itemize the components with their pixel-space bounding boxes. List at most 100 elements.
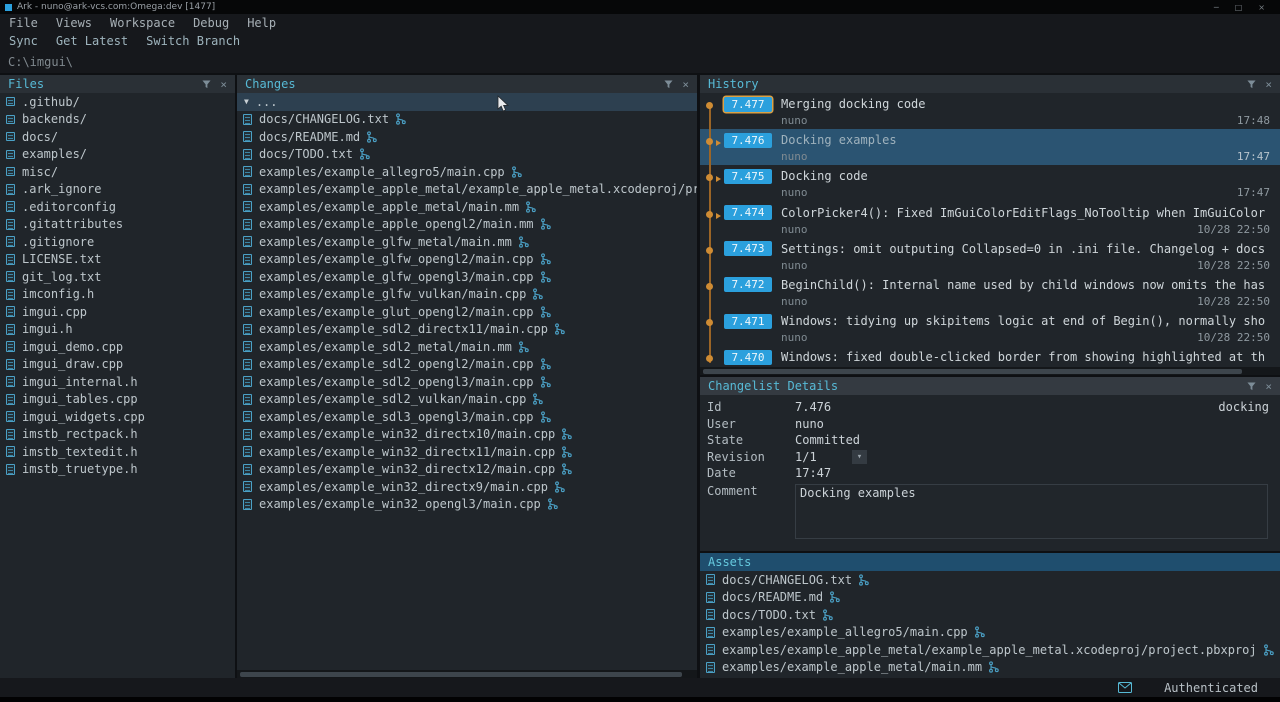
file-row[interactable]: misc/ xyxy=(0,163,235,181)
file-row[interactable]: LICENSE.txt xyxy=(0,251,235,269)
file-row[interactable]: .ark_ignore xyxy=(0,181,235,199)
changed-file-row[interactable]: examples/example_win32_directx10/main.cp… xyxy=(237,426,697,444)
changed-file-row[interactable]: examples/example_apple_metal/example_app… xyxy=(237,181,697,199)
changed-file-row[interactable]: examples/example_glfw_metal/main.mm xyxy=(237,233,697,251)
commit-graph-dot xyxy=(706,138,713,145)
file-row[interactable]: imstb_truetype.h xyxy=(0,461,235,479)
file-row[interactable]: imstb_rectpack.h xyxy=(0,426,235,444)
assets-panel-header[interactable]: Assets xyxy=(700,553,1280,571)
asset-row[interactable]: examples/example_apple_metal/main.mm xyxy=(700,659,1280,677)
changed-file-row[interactable]: examples/example_apple_opengl2/main.mm xyxy=(237,216,697,234)
changed-file-row[interactable]: examples/example_glut_opengl2/main.cpp xyxy=(237,303,697,321)
changed-file-row[interactable]: examples/example_win32_opengl3/main.cpp xyxy=(237,496,697,514)
commit-row[interactable]: 7.470 Windows: fixed double-clicked bord… xyxy=(700,346,1280,367)
file-row[interactable]: git_log.txt xyxy=(0,268,235,286)
filter-icon[interactable] xyxy=(202,80,211,89)
changelist-state: Committed xyxy=(795,433,860,447)
auth-status-icon xyxy=(1118,682,1132,693)
file-row[interactable]: imgui.cpp xyxy=(0,303,235,321)
file-name: examples/ xyxy=(22,147,87,161)
commit-author: nuno xyxy=(781,223,808,236)
file-row[interactable]: imgui_draw.cpp xyxy=(0,356,235,374)
changed-file-row[interactable]: examples/example_sdl2_opengl2/main.cpp xyxy=(237,356,697,374)
changed-file-row[interactable]: examples/example_sdl3_opengl3/main.cpp xyxy=(237,408,697,426)
comment-box[interactable]: Docking examples xyxy=(795,484,1268,539)
asset-row[interactable]: examples/example_allegro5/main.cpp xyxy=(700,624,1280,642)
file-name: imgui_draw.cpp xyxy=(22,357,123,371)
close-icon[interactable]: × xyxy=(220,79,227,90)
close-icon[interactable]: × xyxy=(682,79,689,90)
changed-file-row[interactable]: examples/example_glfw_opengl2/main.cpp xyxy=(237,251,697,269)
toolbar-button[interactable]: Switch Branch xyxy=(137,34,249,48)
branch-name: docking xyxy=(1218,400,1273,414)
commit-row[interactable]: 7.471 Windows: tidying up skipitems logi… xyxy=(700,310,1280,346)
scrollbar-thumb[interactable] xyxy=(703,369,1242,374)
file-row[interactable]: .editorconfig xyxy=(0,198,235,216)
changed-file-row[interactable]: examples/example_sdl2_metal/main.mm xyxy=(237,338,697,356)
changed-file-row[interactable]: examples/example_sdl2_opengl3/main.cpp xyxy=(237,373,697,391)
close-icon[interactable]: × xyxy=(1265,381,1272,392)
file-row[interactable]: .github/ xyxy=(0,93,235,111)
changed-file-path: docs/README.md xyxy=(259,130,360,144)
menu-item[interactable]: Views xyxy=(47,16,101,30)
changed-file-row[interactable]: examples/example_glfw_opengl3/main.cpp xyxy=(237,268,697,286)
filter-icon[interactable] xyxy=(1247,80,1256,89)
toolbar-button[interactable]: Sync xyxy=(0,34,47,48)
toolbar-button[interactable]: Get Latest xyxy=(47,34,137,48)
changed-file-row[interactable]: docs/README.md xyxy=(237,128,697,146)
changed-file-row[interactable]: examples/example_allegro5/main.cpp xyxy=(237,163,697,181)
menu-item[interactable]: File xyxy=(0,16,47,30)
asset-row[interactable]: docs/README.md xyxy=(700,589,1280,607)
file-row[interactable]: imgui_tables.cpp xyxy=(0,391,235,409)
changed-file-row[interactable]: examples/example_win32_directx12/main.cp… xyxy=(237,461,697,479)
file-row[interactable]: imstb_textedit.h xyxy=(0,443,235,461)
file-row[interactable]: imconfig.h xyxy=(0,286,235,304)
file-row[interactable]: .gitattributes xyxy=(0,216,235,234)
commit-message: BeginChild(): Internal name used by chil… xyxy=(781,278,1270,292)
commit-row[interactable]: 7.473 Settings: omit outputing Collapsed… xyxy=(700,238,1280,274)
filter-icon[interactable] xyxy=(1247,382,1256,391)
changed-file-row[interactable]: examples/example_apple_metal/main.mm xyxy=(237,198,697,216)
file-row[interactable]: imgui.h xyxy=(0,321,235,339)
commit-row[interactable]: 7.475 Docking code nuno 17:47 xyxy=(700,165,1280,201)
menu-item[interactable]: Help xyxy=(238,16,285,30)
expander-icon[interactable]: ▼ xyxy=(244,97,249,106)
asset-row[interactable]: docs/CHANGELOG.txt xyxy=(700,571,1280,589)
close-icon[interactable]: × xyxy=(1265,79,1272,90)
file-row[interactable]: examples/ xyxy=(0,146,235,164)
assets-list: docs/CHANGELOG.txt docs/README.md xyxy=(700,571,1280,678)
file-row[interactable]: imgui_demo.cpp xyxy=(0,338,235,356)
changed-file-row[interactable]: docs/TODO.txt xyxy=(237,146,697,164)
workspace-path: C:\imgui\ xyxy=(0,51,81,73)
changed-file-row[interactable]: examples/example_sdl2_vulkan/main.cpp xyxy=(237,391,697,409)
maximize-button[interactable]: □ xyxy=(1235,3,1243,12)
file-icon xyxy=(243,236,252,247)
changed-file-row[interactable]: examples/example_win32_directx9/main.cpp xyxy=(237,478,697,496)
changed-file-row[interactable]: examples/example_sdl2_directx11/main.cpp xyxy=(237,321,697,339)
changed-file-row[interactable]: examples/example_win32_directx11/main.cp… xyxy=(237,443,697,461)
file-row[interactable]: .gitignore xyxy=(0,233,235,251)
close-button[interactable]: × xyxy=(1258,3,1265,12)
menu-item[interactable]: Debug xyxy=(184,16,238,30)
changed-file-row[interactable]: examples/example_glfw_vulkan/main.cpp xyxy=(237,286,697,304)
menu-item[interactable]: Workspace xyxy=(101,16,184,30)
file-row[interactable]: backends/ xyxy=(0,111,235,129)
scrollbar-thumb[interactable] xyxy=(240,672,682,677)
filter-icon[interactable] xyxy=(664,80,673,89)
minimize-button[interactable]: ─ xyxy=(1214,3,1219,12)
file-name: imgui_internal.h xyxy=(22,375,138,389)
file-row[interactable]: docs/ xyxy=(0,128,235,146)
file-icon xyxy=(243,429,252,440)
changes-root-row[interactable]: ▼ ... xyxy=(237,93,697,111)
changed-file-row[interactable]: docs/CHANGELOG.txt xyxy=(237,111,697,129)
file-row[interactable]: imgui_internal.h xyxy=(0,373,235,391)
commit-row[interactable]: 7.474 ColorPicker4(): Fixed ImGuiColorEd… xyxy=(700,202,1280,238)
asset-row[interactable]: examples/example_apple_metal/example_app… xyxy=(700,641,1280,659)
commit-row[interactable]: 7.472 BeginChild(): Internal name used b… xyxy=(700,274,1280,310)
file-icon xyxy=(6,201,15,212)
asset-row[interactable]: docs/TODO.txt xyxy=(700,606,1280,624)
commit-row[interactable]: 7.477 Merging docking code nuno 17:48 xyxy=(700,93,1280,129)
file-row[interactable]: imgui_widgets.cpp xyxy=(0,408,235,426)
commit-row[interactable]: 7.476 Docking examples nuno 17:47 xyxy=(700,129,1280,165)
revision-dropdown[interactable]: 1/1 ▾ xyxy=(795,450,867,464)
